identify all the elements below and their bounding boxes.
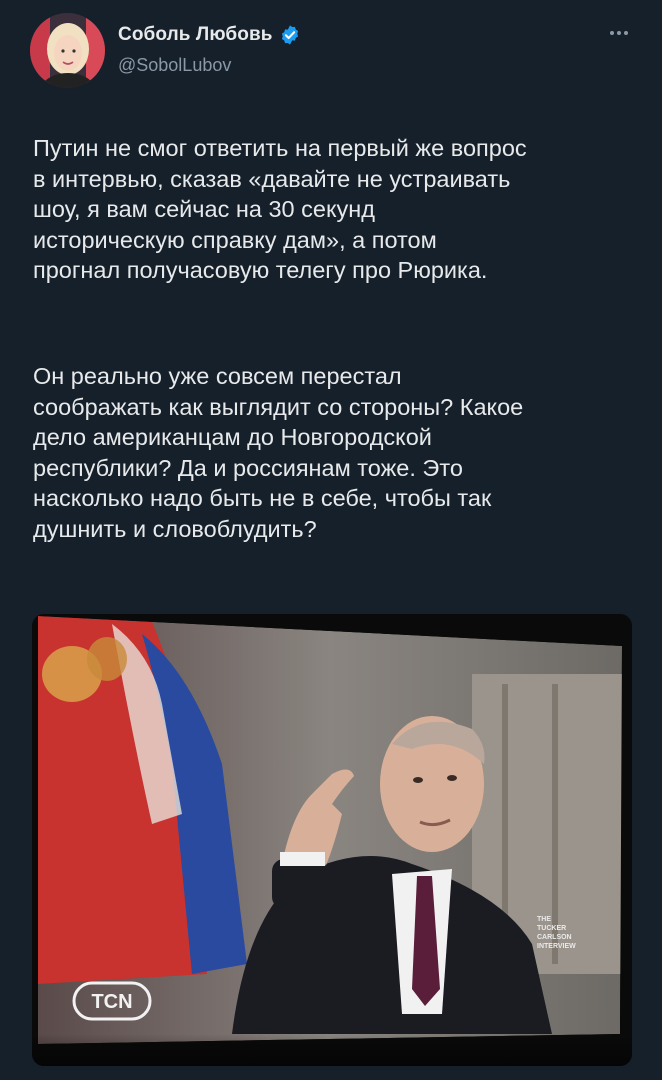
- tcn-logo-text: TCN: [91, 991, 132, 1013]
- author-handle[interactable]: @SobolLubov: [118, 55, 231, 76]
- avatar-photo-icon: [30, 13, 105, 88]
- watermark-line-1: THE: [537, 916, 551, 923]
- tweet-paragraph-1: Путин не смог ответить на первый же вопр…: [33, 135, 527, 283]
- watermark-line-2: TUCKER: [537, 925, 566, 932]
- tweet: Соболь Любовь @SobolLubov Путин не смог …: [0, 0, 662, 1080]
- tweet-paragraph-2: Он реально уже совсем перестал соображат…: [33, 363, 524, 542]
- author-name[interactable]: Соболь Любовь: [118, 24, 273, 46]
- more-options-icon[interactable]: [606, 23, 632, 43]
- interview-photo: TCN THE TUCKER CARLSON INTERVIEW: [32, 614, 632, 1066]
- verified-badge-icon: [281, 25, 298, 45]
- watermark-line-3: CARLSON: [537, 934, 572, 941]
- tweet-media-photo[interactable]: TCN THE TUCKER CARLSON INTERVIEW: [32, 614, 632, 1066]
- author-name-row: Соболь Любовь: [118, 24, 301, 46]
- watermark-line-4: INTERVIEW: [537, 943, 576, 950]
- author-avatar[interactable]: [30, 13, 105, 88]
